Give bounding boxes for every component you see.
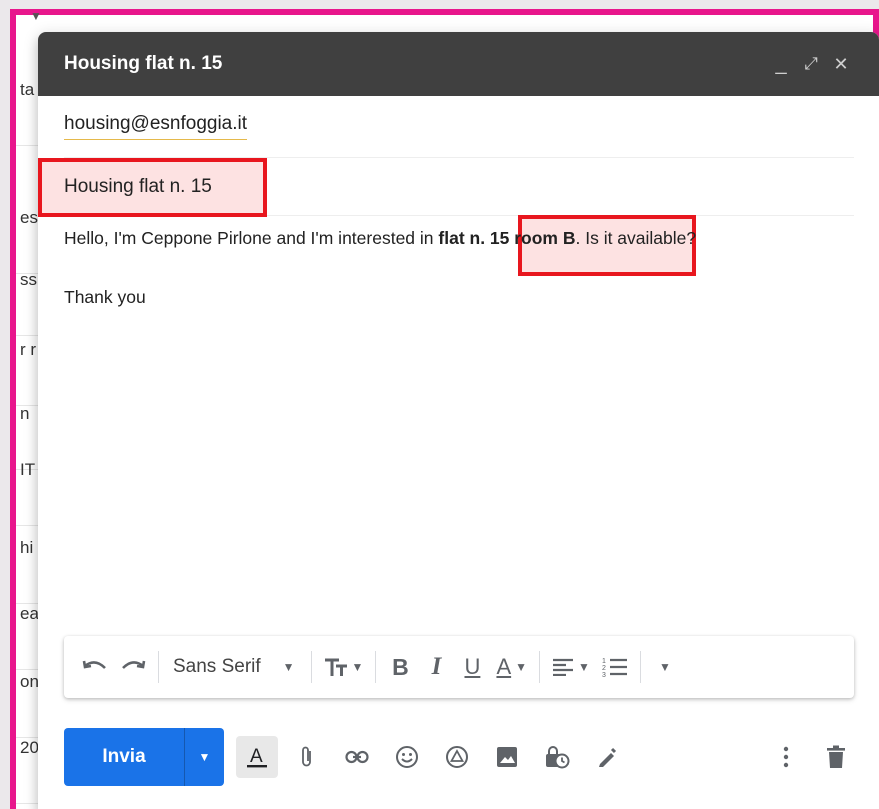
body-text-after: . Is it available?	[575, 228, 697, 248]
caret-down-icon: ▼	[578, 660, 590, 674]
signature-icon[interactable]	[586, 736, 628, 778]
background-row-text: ta	[20, 80, 35, 99]
message-body[interactable]: Hello, I'm Ceppone Pirlone and I'm inter…	[64, 215, 864, 308]
bold-button[interactable]: B	[382, 649, 418, 685]
underline-button[interactable]: U	[454, 649, 490, 685]
body-text-before: Hello, I'm Ceppone Pirlone and I'm inter…	[64, 228, 439, 248]
numbered-list-icon[interactable]: 123	[596, 649, 634, 685]
italic-button[interactable]: I	[418, 649, 454, 685]
svg-text:3: 3	[602, 672, 606, 678]
toolbar-divider	[639, 651, 641, 683]
compose-actions: A	[236, 736, 636, 778]
toolbar-divider	[539, 651, 541, 683]
svg-text:2: 2	[602, 665, 606, 672]
close-icon[interactable]: ✕	[827, 50, 855, 78]
redo-icon[interactable]	[114, 649, 152, 685]
more-vert-icon[interactable]	[765, 736, 807, 778]
font-size-icon[interactable]: ▼	[318, 649, 370, 685]
caret-down-icon: ▼	[658, 660, 671, 674]
toolbar-divider	[310, 651, 312, 683]
background-row-text: ea	[20, 604, 39, 623]
background-row-text: ss	[20, 270, 37, 289]
recipient-chip[interactable]: housing@esnfoggia.it	[64, 113, 248, 140]
trash-icon[interactable]	[815, 736, 857, 778]
emoji-icon[interactable]	[386, 736, 428, 778]
caret-down-icon: ▼	[282, 660, 295, 674]
chevron-down-icon: ▼	[198, 750, 211, 764]
text-format-icon[interactable]: A	[236, 736, 278, 778]
chevron-down-icon: ▼	[30, 9, 42, 23]
compose-title: Housing flat n. 15	[64, 53, 223, 74]
font-family-select[interactable]: Sans Serif ▼	[165, 649, 305, 685]
toolbar-divider	[375, 651, 377, 683]
compose-right-actions	[765, 736, 857, 778]
send-options-button[interactable]: ▼	[184, 728, 224, 786]
align-icon[interactable]: ▼	[546, 649, 596, 685]
body-line-2: Thank you	[64, 287, 146, 307]
background-row-text: n	[20, 404, 30, 423]
body-line-1: Hello, I'm Ceppone Pirlone and I'm inter…	[64, 228, 864, 249]
svg-text:A: A	[250, 746, 263, 767]
background-row-text: r r	[20, 340, 37, 359]
background-row-text: IT	[20, 460, 36, 479]
send-button-group: Invia ▼	[64, 728, 224, 786]
recipients-field[interactable]: housing@esnfoggia.it	[64, 98, 854, 158]
subject-input[interactable]: Housing flat n. 15	[64, 176, 212, 198]
toolbar-divider	[158, 651, 159, 683]
background-row-text: 20	[20, 738, 39, 757]
undo-icon[interactable]	[76, 649, 114, 685]
send-button[interactable]: Invia	[64, 728, 184, 786]
text-color-button[interactable]: A ▼	[490, 649, 533, 685]
compose-header[interactable]: Housing flat n. 15 _ ⤢ ✕	[38, 32, 879, 96]
formatting-toolbar: Sans Serif ▼ ▼ B I U A ▼ ▼ 123 ▼	[64, 636, 854, 698]
minimize-icon[interactable]: _	[767, 50, 795, 78]
background-row-text: hi	[20, 538, 34, 557]
background-row-text: on	[20, 672, 39, 691]
expand-icon[interactable]: ⤢	[797, 50, 825, 78]
background-row-text: es	[20, 208, 38, 227]
body-text-bold: flat n. 15 room B	[438, 228, 576, 248]
text-color-label: A	[496, 654, 512, 679]
svg-text:1: 1	[602, 658, 606, 665]
font-family-label: Sans Serif	[173, 656, 261, 677]
attach-icon[interactable]	[286, 736, 328, 778]
more-formatting-icon[interactable]: ▼	[647, 649, 683, 685]
caret-down-icon: ▼	[351, 660, 364, 674]
drive-icon[interactable]	[436, 736, 478, 778]
link-icon[interactable]	[336, 736, 378, 778]
compose-window: Housing flat n. 15 _ ⤢ ✕ housing@esnfogg…	[38, 32, 879, 809]
confidential-icon[interactable]	[536, 736, 578, 778]
photo-icon[interactable]	[486, 736, 528, 778]
caret-down-icon: ▼	[515, 660, 528, 674]
subject-field[interactable]: Housing flat n. 15	[38, 158, 854, 217]
